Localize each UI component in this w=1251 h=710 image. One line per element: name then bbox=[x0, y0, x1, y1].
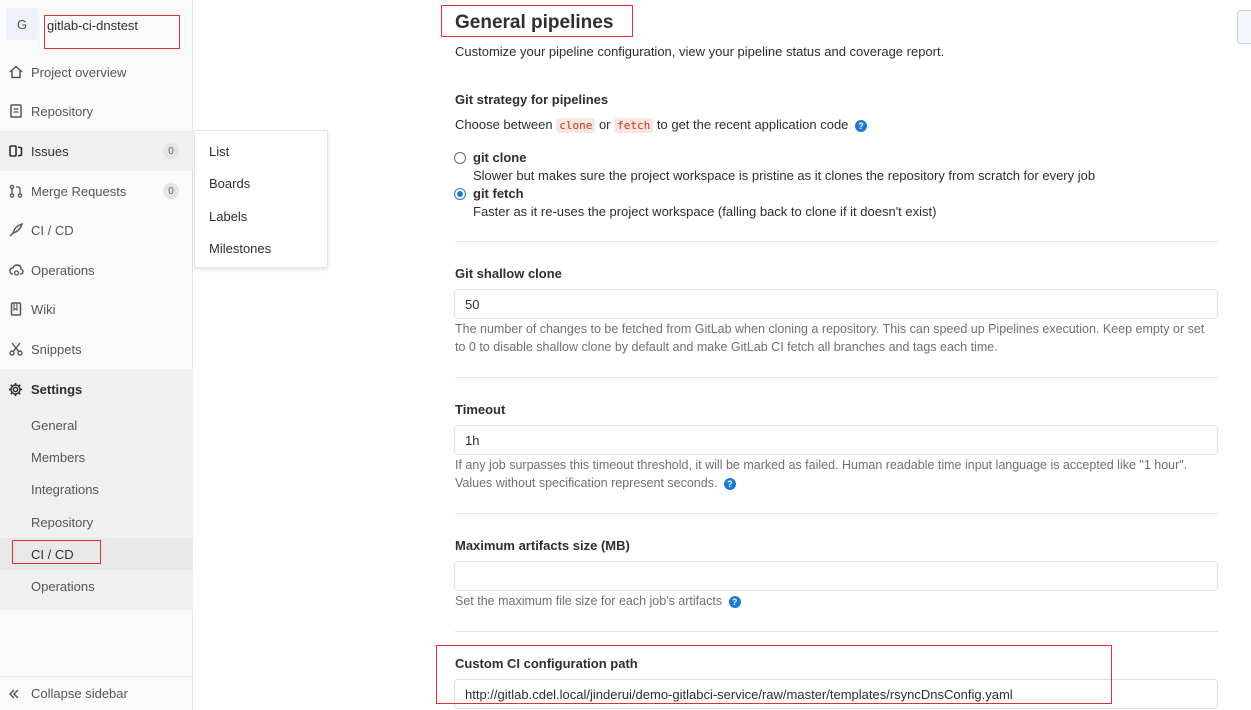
timeout-label: Timeout bbox=[455, 402, 506, 417]
flyout-item-labels[interactable]: Labels bbox=[209, 209, 247, 224]
issues-flyout-menu: List Boards Labels Milestones bbox=[194, 130, 328, 268]
project-avatar[interactable]: G bbox=[6, 8, 38, 40]
issues-icon bbox=[8, 143, 24, 159]
artifacts-size-input[interactable] bbox=[454, 561, 1218, 591]
git-clone-description: Slower but makes sure the project worksp… bbox=[473, 168, 1096, 183]
collapse-section-button[interactable] bbox=[1237, 10, 1251, 44]
git-fetch-radio[interactable] bbox=[454, 188, 466, 200]
home-icon bbox=[8, 64, 24, 80]
sidebar-item-label: Operations bbox=[31, 262, 95, 278]
question-icon[interactable]: ? bbox=[855, 119, 868, 132]
sidebar-item-snippets[interactable]: Snippets bbox=[0, 329, 193, 369]
divider bbox=[455, 631, 1218, 632]
git-fetch-description: Faster as it re-uses the project workspa… bbox=[473, 204, 937, 219]
flyout-item-list[interactable]: List bbox=[209, 144, 229, 159]
sidebar-item-issues[interactable]: Issues 0 bbox=[0, 131, 193, 171]
divider bbox=[455, 513, 1218, 514]
shallow-clone-input[interactable]: 50 bbox=[454, 289, 1218, 319]
sidebar-item-label: Snippets bbox=[31, 341, 82, 357]
artifacts-size-help: Set the maximum file size for each job's… bbox=[455, 592, 1225, 610]
git-strategy-description: Choose between clone or fetch to get the… bbox=[455, 117, 868, 133]
settings-sub-repository[interactable]: Repository bbox=[0, 506, 193, 538]
flyout-item-boards[interactable]: Boards bbox=[209, 176, 250, 191]
sidebar-item-settings[interactable]: Settings bbox=[0, 369, 193, 409]
issues-count-badge: 0 bbox=[163, 143, 179, 159]
desc-text: to get the recent application code bbox=[656, 117, 849, 132]
sidebar-item-project-overview[interactable]: Project overview bbox=[0, 52, 193, 92]
settings-sub-members[interactable]: Members bbox=[0, 441, 193, 473]
timeout-input[interactable]: 1h bbox=[454, 425, 1218, 455]
settings-section: Settings General Members Integrations Re… bbox=[0, 369, 193, 610]
gear-icon bbox=[8, 381, 24, 397]
desc-text: or bbox=[598, 117, 611, 132]
ci-config-path-label: Custom CI configuration path bbox=[455, 656, 638, 671]
settings-sub-ci-cd[interactable]: CI / CD bbox=[0, 538, 193, 570]
help-line: to 0 to disable shallow clone by default… bbox=[455, 340, 998, 354]
shallow-clone-label: Git shallow clone bbox=[455, 266, 562, 281]
ci-config-path-input[interactable]: http://gitlab.cdel.local/jinderui/demo-g… bbox=[454, 679, 1218, 709]
collapse-sidebar-button[interactable]: Collapse sidebar bbox=[0, 676, 193, 710]
sidebar-item-merge-requests[interactable]: Merge Requests 0 bbox=[0, 171, 193, 211]
code-fetch: fetch bbox=[614, 118, 654, 133]
collapse-sidebar-label: Collapse sidebar bbox=[31, 686, 128, 701]
sidebar-item-label: CI / CD bbox=[31, 222, 74, 238]
help-line: If any job surpasses this timeout thresh… bbox=[455, 458, 1188, 472]
rocket-icon bbox=[8, 222, 24, 238]
cloud-gear-icon bbox=[8, 262, 24, 278]
git-clone-radio[interactable] bbox=[454, 152, 466, 164]
sidebar-item-wiki[interactable]: Wiki bbox=[0, 289, 193, 329]
merge-requests-count-badge: 0 bbox=[163, 183, 179, 199]
question-icon[interactable]: ? bbox=[728, 595, 741, 608]
page-title: General pipelines bbox=[455, 12, 614, 33]
divider bbox=[455, 241, 1218, 242]
help-line: Values without specification represent s… bbox=[455, 474, 1225, 492]
sidebar-item-label: Settings bbox=[31, 381, 83, 397]
sidebar-item-label: Wiki bbox=[31, 301, 56, 317]
book-icon bbox=[8, 301, 24, 317]
divider bbox=[455, 377, 1218, 378]
flyout-item-milestones[interactable]: Milestones bbox=[209, 241, 271, 256]
scissors-icon bbox=[8, 341, 24, 357]
code-clone: clone bbox=[556, 118, 596, 133]
git-strategy-label: Git strategy for pipelines bbox=[455, 92, 609, 107]
merge-request-icon bbox=[8, 183, 24, 199]
project-header[interactable]: G gitlab-ci-dnstest bbox=[0, 0, 193, 52]
artifacts-size-label: Maximum artifacts size (MB) bbox=[455, 538, 630, 553]
desc-text: Choose between bbox=[455, 117, 553, 132]
sidebar-item-label: Repository bbox=[31, 103, 94, 119]
sidebar: G gitlab-ci-dnstest Project overview Rep… bbox=[0, 0, 193, 710]
sidebar-item-operations[interactable]: Operations bbox=[0, 250, 193, 290]
settings-sub-integrations[interactable]: Integrations bbox=[0, 473, 193, 505]
settings-sub-general[interactable]: General bbox=[0, 409, 193, 441]
project-name[interactable]: gitlab-ci-dnstest bbox=[47, 18, 138, 33]
page-subtitle: Customize your pipeline configuration, v… bbox=[455, 44, 945, 59]
shallow-clone-help: The number of changes to be fetched from… bbox=[455, 320, 1225, 356]
double-chevron-left-icon bbox=[8, 688, 24, 700]
sidebar-item-label: Project overview bbox=[31, 64, 127, 80]
help-text: Values without specification represent s… bbox=[455, 476, 718, 490]
timeout-help: If any job surpasses this timeout thresh… bbox=[455, 456, 1225, 492]
question-icon[interactable]: ? bbox=[723, 477, 736, 490]
git-clone-label[interactable]: git clone bbox=[473, 150, 526, 165]
sidebar-item-repository[interactable]: Repository bbox=[0, 91, 193, 131]
settings-sub-operations[interactable]: Operations bbox=[0, 570, 193, 602]
git-fetch-label[interactable]: git fetch bbox=[473, 186, 524, 201]
document-icon bbox=[8, 103, 24, 119]
help-line: The number of changes to be fetched from… bbox=[455, 322, 1205, 336]
sidebar-item-ci-cd[interactable]: CI / CD bbox=[0, 210, 193, 250]
help-text: Set the maximum file size for each job's… bbox=[455, 594, 723, 608]
